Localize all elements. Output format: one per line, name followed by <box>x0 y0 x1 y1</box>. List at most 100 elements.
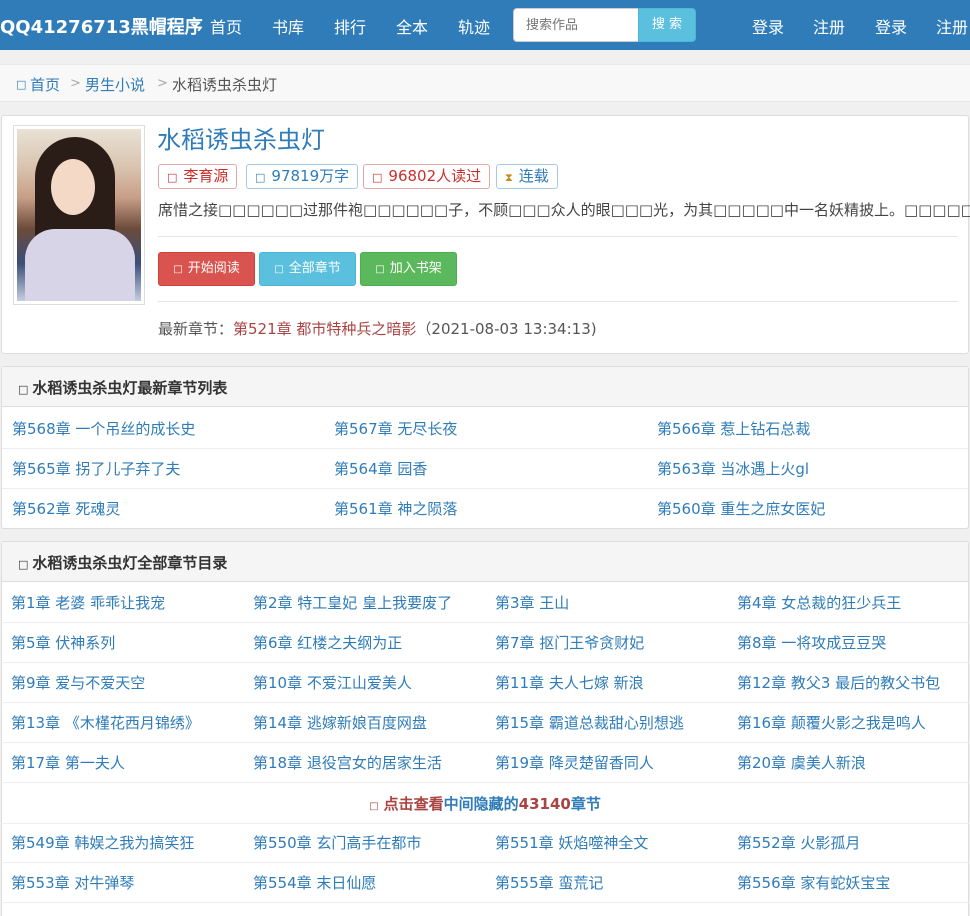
chapter-link[interactable]: 第551章 妖焰噬神全文 <box>495 832 648 853</box>
chapter-link[interactable]: 第555章 蛮荒记 <box>495 872 603 893</box>
add-bookshelf-button[interactable]: □ 加入书架 <box>360 252 457 286</box>
nav-completed[interactable]: 全本 <box>396 14 428 38</box>
chapter-link[interactable]: 第549章 韩娱之我为搞笑狂 <box>11 832 194 853</box>
chapter-link[interactable]: 第15章 霸道总裁甜心别想逃 <box>495 712 684 733</box>
chapter-link[interactable]: 第562章 死魂灵 <box>12 498 120 519</box>
cover-image <box>17 129 141 301</box>
chapter-link[interactable]: 第566章 惹上钻石总裁 <box>657 418 810 439</box>
latest-chapter-line: 最新章节：第521章 都市特种兵之暗影（2021-08-03 13:34:13) <box>158 318 597 339</box>
latest-label: 最新章节： <box>158 320 234 338</box>
chapter-link[interactable]: 第1章 老婆 乖乖让我宠 <box>11 592 165 613</box>
chapter-row: 第1章 老婆 乖乖让我宠 第2章 特工皇妃 皇上我要废了 第3章 王山 第4章 … <box>1 583 969 623</box>
chapter-link[interactable]: 第567章 无尽长夜 <box>334 418 457 439</box>
chapter-link[interactable]: 第7章 抠门王爷贪财妃 <box>495 632 644 653</box>
chapter-link[interactable]: 第565章 拐了儿子弃了夫 <box>12 458 180 479</box>
chapter-link[interactable]: 第2章 特工皇妃 皇上我要废了 <box>253 592 452 613</box>
nav-library[interactable]: 书库 <box>272 14 304 38</box>
eye-icon: □ <box>372 171 383 184</box>
all-chapters-button[interactable]: □ 全部章节 <box>259 252 356 286</box>
breadcrumb-category[interactable]: 男生小说 <box>85 74 145 95</box>
show-hidden-chapters-link[interactable]: □ 点击查看中间隐藏的43140章节 <box>1 793 969 814</box>
chapter-row: 第17章 第一夫人 第18章 退役宫女的居家生活 第19章 降灵楚留香同人 第2… <box>1 743 969 783</box>
chapter-link[interactable]: 第564章 园香 <box>334 458 427 479</box>
top-navbar: QQ41276713黑帽程序 首页 书库 排行 全本 轨迹 搜 索 登录 注册 … <box>0 0 970 50</box>
chapter-link[interactable]: 第4章 女总裁的狂少兵王 <box>737 592 901 613</box>
hidden-mid: 中间隐藏的 <box>443 795 519 813</box>
breadcrumb-separator: > <box>157 76 168 91</box>
start-reading-label: 开始阅读 <box>187 261 240 276</box>
latest-list-title: 水稻诱虫杀虫灯最新章节列表 <box>32 379 228 397</box>
book-intro: 席惜之接□□□□□□过那件袍□□□□□□子，不顾□□□众人的眼□□□光，为其□□… <box>158 201 970 219</box>
breadcrumb: □ 首页 > 男生小说 > 水稻诱虫杀虫灯 <box>0 64 970 102</box>
chapter-link[interactable]: 第552章 火影孤月 <box>737 832 860 853</box>
nav-register[interactable]: 注册 <box>813 14 845 38</box>
chapter-link[interactable]: 第11章 夫人七嫁 新浪 <box>495 672 644 693</box>
user-icon: □ <box>167 171 178 184</box>
panel-header: □ 水稻诱虫杀虫灯全部章节目录 <box>2 542 968 582</box>
chapter-link[interactable]: 第8章 一将攻成豆豆哭 <box>737 632 886 653</box>
hidden-chapters-row: □ 点击查看中间隐藏的43140章节 <box>1 784 969 824</box>
chapter-link[interactable]: 第12章 教父3 最后的教父书包 <box>737 672 940 693</box>
panel-header: □ 水稻诱虫杀虫灯最新章节列表 <box>2 367 968 407</box>
word-count-tag: □ 97819万字 <box>246 164 359 189</box>
nav-home[interactable]: 首页 <box>210 14 242 38</box>
chapter-link[interactable]: 第19章 降灵楚留香同人 <box>495 752 654 773</box>
add-bookshelf-label: 加入书架 <box>389 261 442 276</box>
status-badge: ⧗ 连载 <box>496 164 558 189</box>
nav-login-2[interactable]: 登录 <box>875 14 907 38</box>
chapter-row: 第13章 《木槿花西月锦绣》 第14章 逃嫁新娘百度网盘 第15章 霸道总裁甜心… <box>1 703 969 743</box>
nav-register-2[interactable]: 注册 <box>936 14 968 38</box>
chapter-link[interactable]: 第556章 家有蛇妖宝宝 <box>737 872 890 893</box>
hidden-suffix: 章节 <box>570 795 601 813</box>
chapter-row: 第562章 死魂灵 第561章 神之陨落 第560章 重生之庶女医妃 <box>2 489 968 529</box>
divider <box>158 301 958 302</box>
search-button[interactable]: 搜 索 <box>638 8 696 42</box>
book-open-icon: □ <box>173 264 183 275</box>
chapter-link[interactable]: 第17章 第一夫人 <box>11 752 125 773</box>
chapter-link[interactable]: 第13章 《木槿花西月锦绣》 <box>11 712 200 733</box>
plus-icon: □ <box>375 264 385 275</box>
chapter-row: 第553章 对牛弹琴 第554章 末日仙愿 第555章 蛮荒记 第556章 家有… <box>1 863 969 903</box>
breadcrumb-home[interactable]: 首页 <box>30 74 60 95</box>
nav-login[interactable]: 登录 <box>752 14 784 38</box>
breadcrumb-current: 水稻诱虫杀虫灯 <box>172 76 278 94</box>
chapter-link[interactable]: 第560章 重生之庶女医妃 <box>657 498 825 519</box>
latest-time: （2021-08-03 13:34:13) <box>416 320 597 338</box>
all-list-title: 水稻诱虫杀虫灯全部章节目录 <box>32 554 228 572</box>
chapter-link[interactable]: 第10章 不爱江山爱美人 <box>253 672 412 693</box>
all-chapters-label: 全部章节 <box>288 261 341 276</box>
chapter-link[interactable]: 第554章 末日仙愿 <box>253 872 376 893</box>
site-brand[interactable]: QQ41276713黑帽程序 <box>0 13 203 39</box>
chapter-link[interactable]: 第550章 玄门高手在都市 <box>253 832 421 853</box>
author-tag[interactable]: □ 李育源 <box>158 164 238 189</box>
list-icon: □ <box>274 264 284 275</box>
breadcrumb-separator: > <box>70 76 81 91</box>
chapter-link[interactable]: 第568章 一个吊丝的成长史 <box>12 418 195 439</box>
book-cover[interactable] <box>13 125 145 305</box>
divider <box>158 236 958 237</box>
chapter-row: 第568章 一个吊丝的成长史 第567章 无尽长夜 第566章 惹上钻石总裁 <box>2 409 968 449</box>
start-reading-button[interactable]: □ 开始阅读 <box>158 252 255 286</box>
chapter-row: 第549章 韩娱之我为搞笑狂 第550章 玄门高手在都市 第551章 妖焰噬神全… <box>1 823 969 863</box>
chapter-link[interactable]: 第14章 逃嫁新娘百度网盘 <box>253 712 427 733</box>
chapter-link[interactable]: 第6章 红楼之夫纲为正 <box>253 632 402 653</box>
chapter-link[interactable]: 第20章 虞美人新浪 <box>737 752 866 773</box>
chapter-link[interactable]: 第9章 爱与不爱天空 <box>11 672 145 693</box>
status-text: 连载 <box>518 167 549 185</box>
chapter-link[interactable]: 第3章 王山 <box>495 592 569 613</box>
chapter-link[interactable]: 第18章 退役宫女的居家生活 <box>253 752 442 773</box>
nav-ranking[interactable]: 排行 <box>334 14 366 38</box>
file-icon: □ <box>255 171 266 184</box>
latest-chapter-link[interactable]: 第521章 都市特种兵之暗影 <box>233 320 416 338</box>
chapter-link[interactable]: 第5章 伏神系列 <box>11 632 115 653</box>
chapter-link[interactable]: 第561章 神之陨落 <box>334 498 457 519</box>
chapter-link[interactable]: 第563章 当冰遇上火gl <box>657 458 809 479</box>
author-name: 李育源 <box>183 167 229 185</box>
nav-history[interactable]: 轨迹 <box>458 14 490 38</box>
chapter-link[interactable]: 第553章 对牛弹琴 <box>11 872 134 893</box>
search-input[interactable] <box>513 8 639 42</box>
book-title: 水稻诱虫杀虫灯 <box>157 126 325 154</box>
chapter-link[interactable]: 第16章 颠覆火影之我是鸣人 <box>737 712 926 733</box>
home-icon[interactable]: □ <box>16 78 26 91</box>
list-icon: □ <box>18 383 29 396</box>
